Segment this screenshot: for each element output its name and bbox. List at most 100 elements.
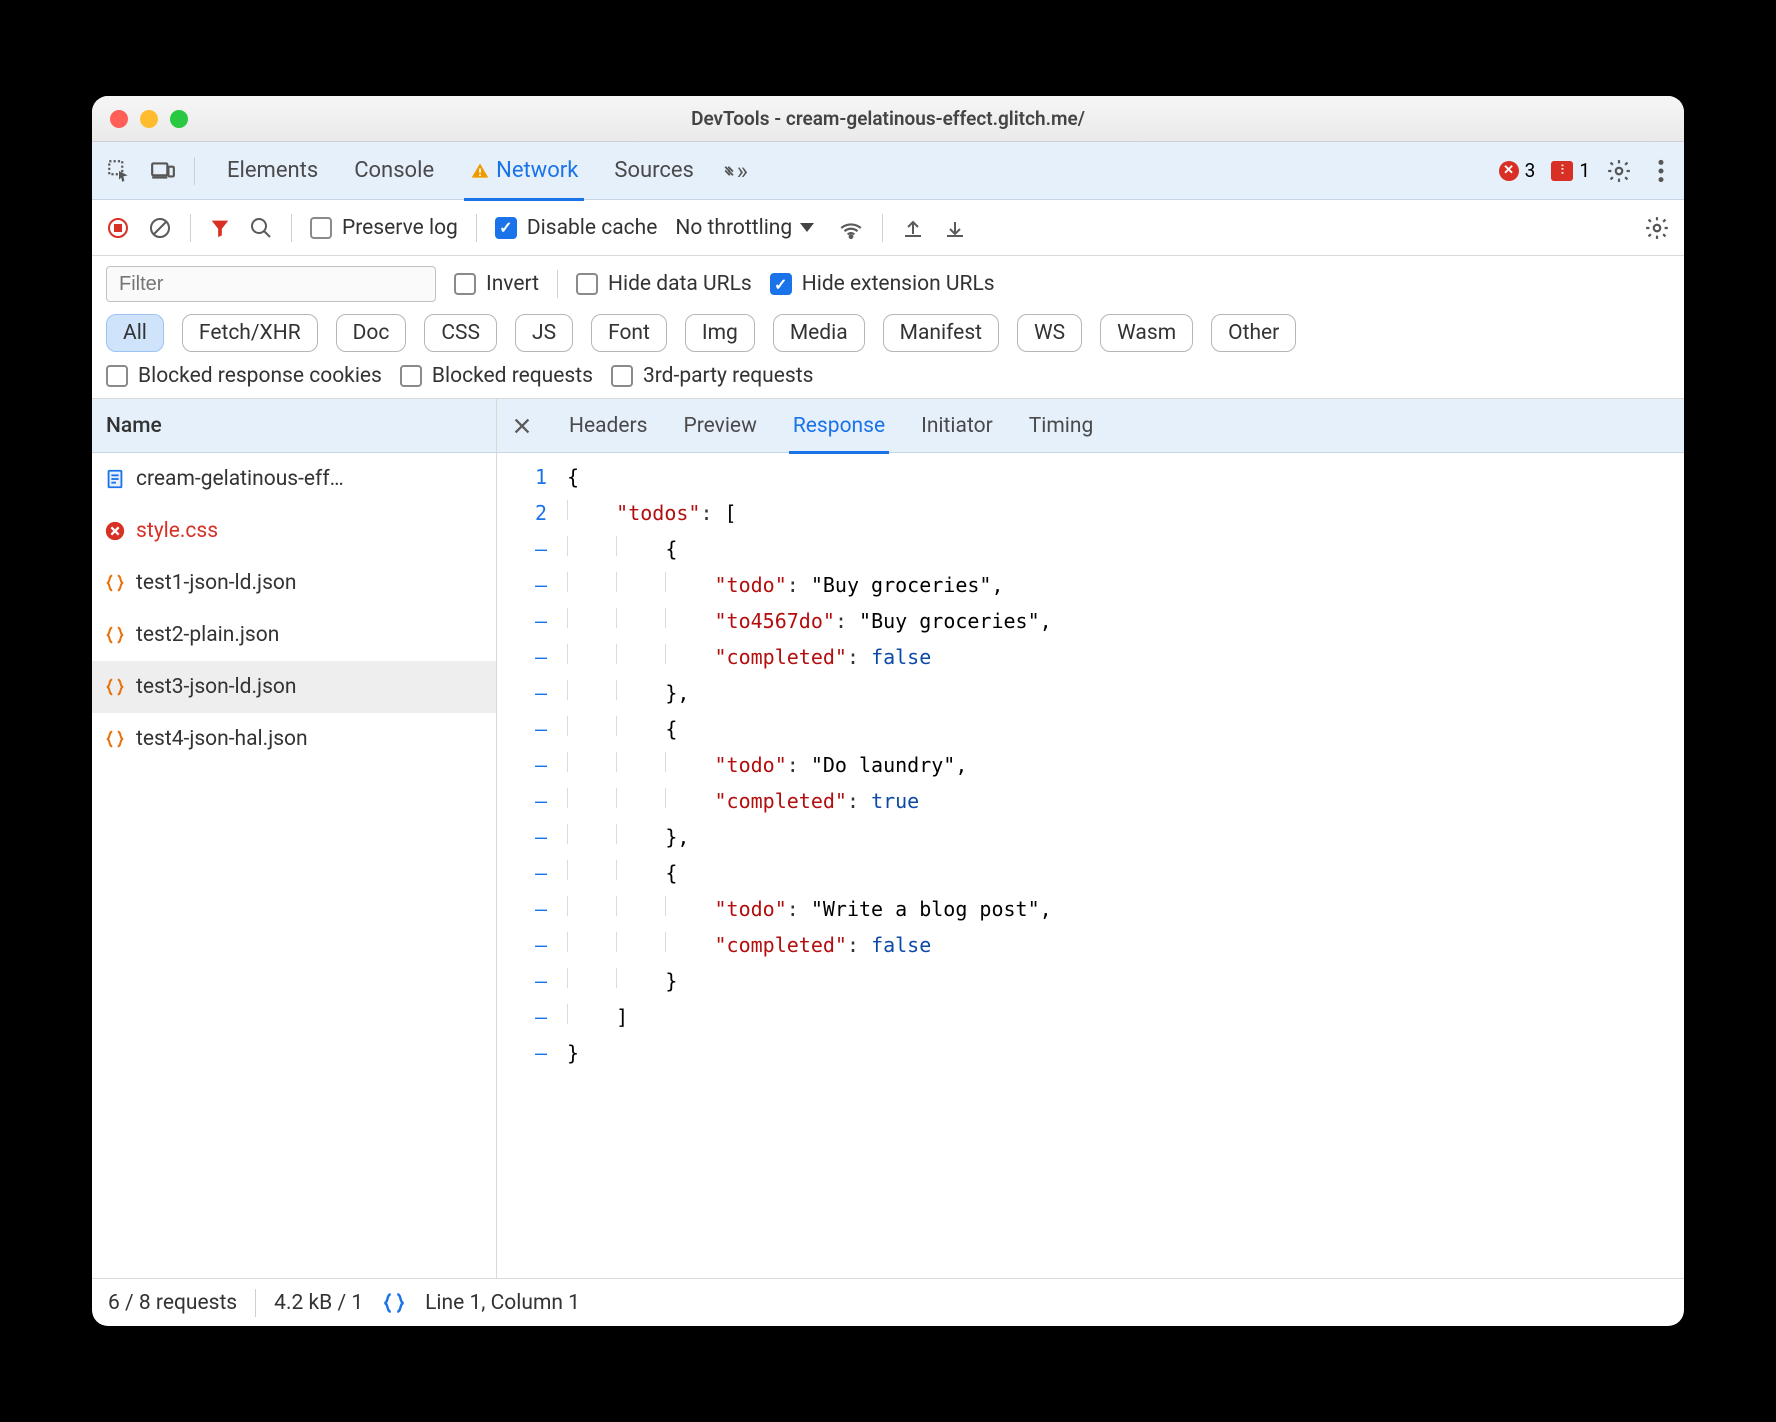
main-tabbar: Elements Console Network Sources » ✕ 3 ⫶ 1 — [92, 142, 1684, 200]
clear-button[interactable] — [148, 216, 172, 240]
inspect-element-icon[interactable] — [106, 158, 132, 184]
detail-tab-response[interactable]: Response — [793, 399, 885, 453]
divider — [255, 1289, 256, 1317]
tab-network[interactable]: Network — [470, 142, 578, 200]
maximize-window-button[interactable] — [170, 110, 188, 128]
error-count[interactable]: ✕ 3 — [1499, 159, 1536, 182]
devtools-window: DevTools - cream-gelatinous-effect.glitc… — [92, 96, 1684, 1326]
filter-chip-wasm[interactable]: Wasm — [1100, 314, 1193, 352]
response-body[interactable]: 12––––––––––––––– { "todos": [ { "todo":… — [497, 453, 1684, 1278]
throttling-value: No throttling — [675, 216, 792, 240]
code-content: { "todos": [ { "todo": "Buy groceries", … — [557, 459, 1684, 1278]
error-icon: ✕ — [1499, 161, 1519, 181]
request-name: test3-json-ld.json — [136, 675, 296, 699]
kebab-menu-icon[interactable] — [1648, 158, 1674, 184]
tab-console[interactable]: Console — [354, 142, 434, 200]
download-har-icon[interactable] — [943, 216, 967, 240]
search-icon[interactable] — [249, 216, 273, 240]
network-toolbar: Preserve log Disable cache No throttling — [92, 200, 1684, 256]
record-button[interactable] — [106, 216, 130, 240]
filter-chip-all[interactable]: All — [106, 314, 164, 352]
hide-data-urls-checkbox[interactable]: Hide data URLs — [576, 272, 752, 296]
detail-tab-initiator[interactable]: Initiator — [921, 399, 993, 453]
detail-tabs: Headers Preview Response Initiator Timing — [497, 399, 1684, 453]
hide-ext-urls-label: Hide extension URLs — [802, 272, 995, 296]
request-row[interactable]: cream-gelatinous-eff… — [92, 453, 496, 505]
filter-toggle-icon[interactable] — [209, 217, 231, 239]
divider — [882, 214, 883, 242]
sidebar-header-name[interactable]: Name — [92, 399, 496, 453]
request-row[interactable]: style.css — [92, 505, 496, 557]
divider — [557, 270, 558, 298]
status-size: 4.2 kB / 1 — [274, 1291, 363, 1315]
network-conditions-icon[interactable] — [838, 215, 864, 241]
status-requests: 6 / 8 requests — [108, 1291, 237, 1315]
preserve-log-label: Preserve log — [342, 216, 458, 240]
blocked-requests-label: Blocked requests — [432, 364, 593, 388]
more-tabs-icon[interactable]: » — [722, 158, 748, 184]
invert-checkbox[interactable]: Invert — [454, 272, 539, 296]
status-cursor: Line 1, Column 1 — [425, 1291, 580, 1315]
code-gutter: 12––––––––––––––– — [497, 459, 557, 1278]
upload-har-icon[interactable] — [901, 216, 925, 240]
filter-chip-doc[interactable]: Doc — [336, 314, 407, 352]
request-row[interactable]: test1-json-ld.json — [92, 557, 496, 609]
disable-cache-checkbox[interactable]: Disable cache — [495, 216, 658, 240]
main-tabs: Elements Console Network Sources — [227, 142, 694, 200]
blocked-cookies-checkbox[interactable]: Blocked response cookies — [106, 364, 382, 388]
tab-sources[interactable]: Sources — [614, 142, 694, 200]
request-name: style.css — [136, 519, 218, 543]
checkbox-icon — [611, 365, 633, 387]
chevron-down-icon — [800, 223, 814, 232]
filter-chip-fetchxhr[interactable]: Fetch/XHR — [182, 314, 318, 352]
third-party-checkbox[interactable]: 3rd-party requests — [611, 364, 813, 388]
blocked-requests-checkbox[interactable]: Blocked requests — [400, 364, 593, 388]
tab-elements[interactable]: Elements — [227, 142, 318, 200]
filter-chip-manifest[interactable]: Manifest — [883, 314, 999, 352]
settings-icon[interactable] — [1606, 158, 1632, 184]
filter-chip-css[interactable]: CSS — [424, 314, 497, 352]
pretty-print-icon[interactable] — [381, 1290, 407, 1316]
filter-chip-ws[interactable]: WS — [1017, 314, 1082, 352]
detail-tab-headers[interactable]: Headers — [569, 399, 647, 453]
preserve-log-checkbox[interactable]: Preserve log — [310, 216, 458, 240]
filter-chip-other[interactable]: Other — [1211, 314, 1296, 352]
request-row[interactable]: test4-json-hal.json — [92, 713, 496, 765]
detail-pane: Headers Preview Response Initiator Timing 12… — [497, 399, 1684, 1278]
detail-tab-timing[interactable]: Timing — [1029, 399, 1094, 453]
filter-chip-js[interactable]: JS — [515, 314, 573, 352]
traffic-lights — [110, 110, 188, 128]
throttling-select[interactable]: No throttling — [675, 216, 814, 240]
third-party-label: 3rd-party requests — [643, 364, 813, 388]
request-row[interactable]: test2-plain.json — [92, 609, 496, 661]
filter-chip-media[interactable]: Media — [773, 314, 865, 352]
request-list: cream-gelatinous-eff… style.css test1-json… — [92, 453, 496, 765]
close-detail-icon[interactable] — [511, 415, 533, 437]
blocked-cookies-label: Blocked response cookies — [138, 364, 382, 388]
requests-sidebar: Name cream-gelatinous-eff… style.css test1… — [92, 399, 497, 1278]
status-bar: 6 / 8 requests 4.2 kB / 1 Line 1, Column… — [92, 1278, 1684, 1326]
checkbox-icon — [400, 365, 422, 387]
tabbar-right: ✕ 3 ⫶ 1 — [1499, 158, 1674, 184]
main-split: Name cream-gelatinous-eff… style.css test1… — [92, 399, 1684, 1278]
checkbox-icon — [106, 365, 128, 387]
window-title: DevTools - cream-gelatinous-effect.glitc… — [92, 107, 1684, 130]
issues-count[interactable]: ⫶ 1 — [1551, 159, 1590, 182]
hide-data-urls-label: Hide data URLs — [608, 272, 752, 296]
device-toolbar-icon[interactable] — [150, 158, 176, 184]
panel-settings-icon[interactable] — [1644, 215, 1670, 241]
close-window-button[interactable] — [110, 110, 128, 128]
filter-chip-font[interactable]: Font — [591, 314, 667, 352]
detail-tab-preview[interactable]: Preview — [683, 399, 756, 453]
filter-chip-img[interactable]: Img — [685, 314, 755, 352]
error-count-number: 3 — [1525, 159, 1536, 182]
minimize-window-button[interactable] — [140, 110, 158, 128]
disable-cache-label: Disable cache — [527, 216, 658, 240]
titlebar: DevTools - cream-gelatinous-effect.glitc… — [92, 96, 1684, 142]
hide-extension-urls-checkbox[interactable]: Hide extension URLs — [770, 272, 995, 296]
request-row[interactable]: test3-json-ld.json — [92, 661, 496, 713]
filter-input[interactable] — [106, 266, 436, 302]
request-name: test4-json-hal.json — [136, 727, 308, 751]
checkbox-icon — [495, 217, 517, 239]
divider — [190, 214, 191, 242]
